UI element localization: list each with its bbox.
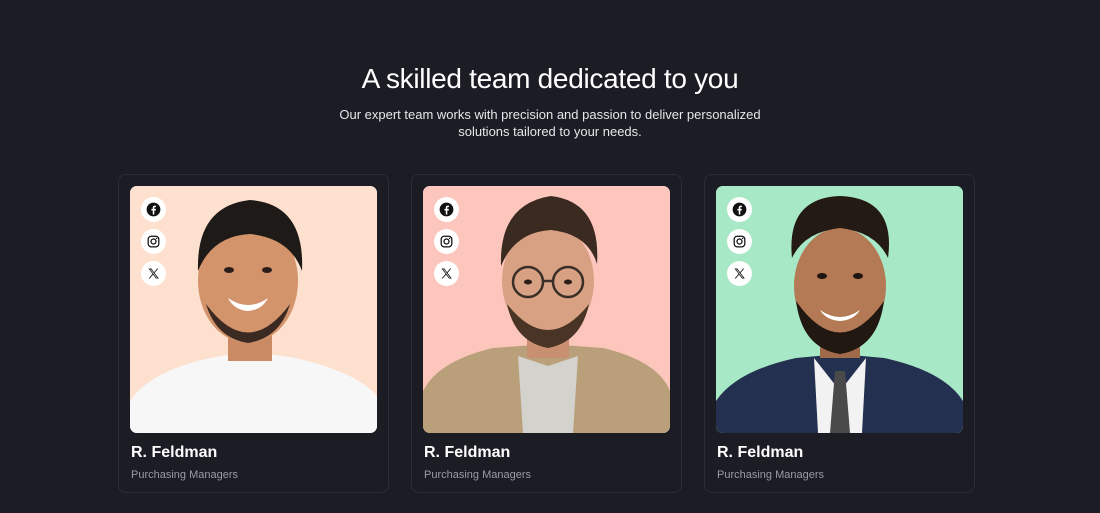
x-link[interactable]	[727, 261, 752, 286]
instagram-icon	[147, 235, 160, 248]
team-card: R. Feldman Purchasing Managers	[704, 174, 975, 493]
team-card: R. Feldman Purchasing Managers	[118, 174, 389, 493]
x-icon	[148, 268, 159, 279]
facebook-link[interactable]	[434, 197, 459, 222]
instagram-link[interactable]	[727, 229, 752, 254]
team-section: A skilled team dedicated to you Our expe…	[0, 0, 1100, 513]
member-role: Purchasing Managers	[424, 469, 532, 481]
social-links	[727, 197, 752, 286]
instagram-icon	[733, 235, 746, 248]
facebook-icon	[146, 202, 161, 217]
member-role: Purchasing Managers	[717, 469, 825, 481]
instagram-icon	[440, 235, 453, 248]
facebook-icon	[732, 202, 747, 217]
portrait-image	[423, 186, 670, 433]
member-name: R. Feldman	[717, 444, 804, 461]
portrait-image	[130, 186, 377, 433]
facebook-link[interactable]	[141, 197, 166, 222]
member-role: Purchasing Managers	[131, 469, 239, 481]
member-photo	[423, 186, 670, 433]
x-link[interactable]	[141, 261, 166, 286]
team-cards: R. Feldman Purchasing Managers R. Feldma…	[0, 0, 1100, 513]
instagram-link[interactable]	[434, 229, 459, 254]
social-links	[141, 197, 166, 286]
x-icon	[441, 268, 452, 279]
team-card: R. Feldman Purchasing Managers	[411, 174, 682, 493]
instagram-link[interactable]	[141, 229, 166, 254]
member-name: R. Feldman	[131, 444, 218, 461]
member-photo	[716, 186, 963, 433]
facebook-link[interactable]	[727, 197, 752, 222]
member-photo	[130, 186, 377, 433]
member-name: R. Feldman	[424, 444, 511, 461]
portrait-image	[716, 186, 963, 433]
x-icon	[734, 268, 745, 279]
x-link[interactable]	[434, 261, 459, 286]
social-links	[434, 197, 459, 286]
facebook-icon	[439, 202, 454, 217]
